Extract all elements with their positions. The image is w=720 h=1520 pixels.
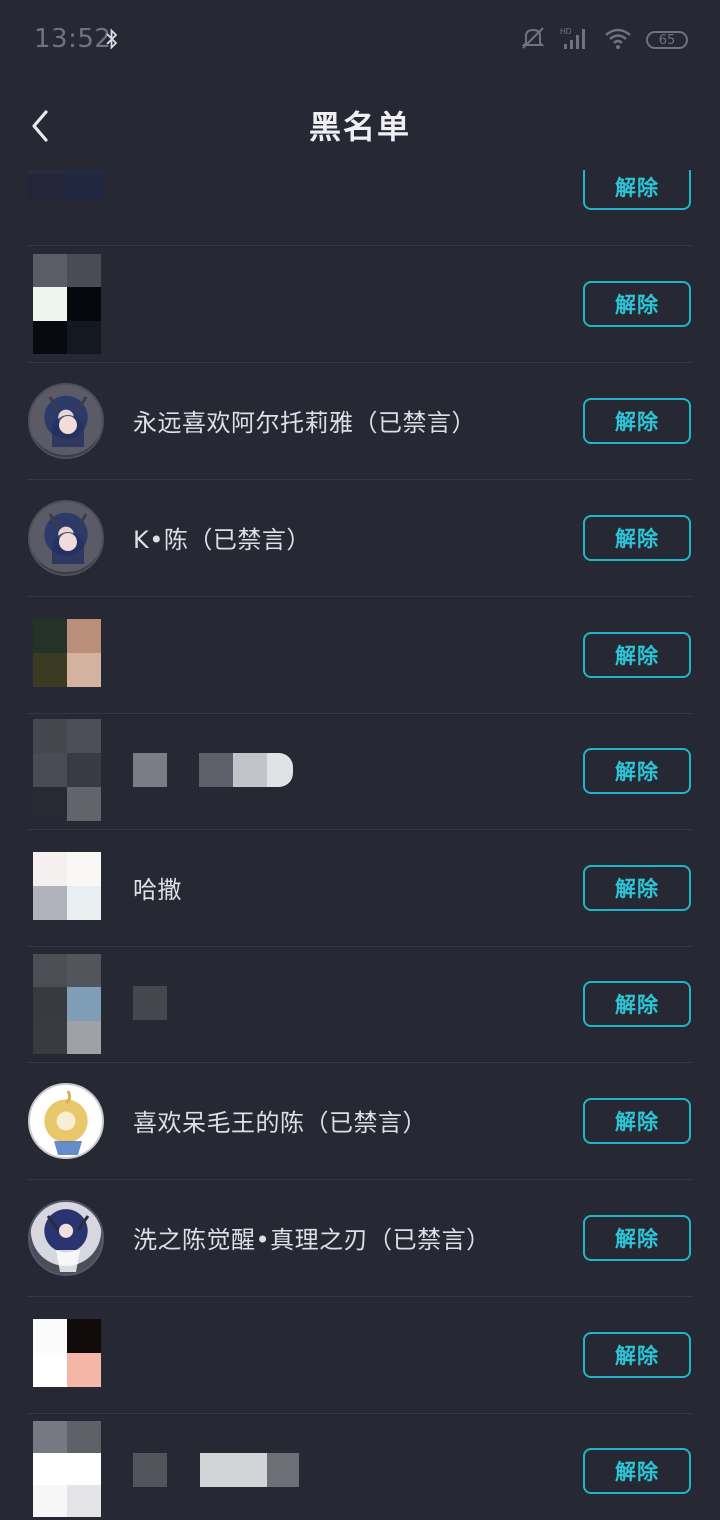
redaction-block	[133, 753, 167, 787]
redaction-block	[133, 1453, 167, 1487]
unblock-button[interactable]: 解除	[583, 1098, 691, 1144]
user-name: 永远喜欢阿尔托莉雅（已禁言）	[133, 409, 476, 437]
list-item: 解除	[0, 946, 720, 1063]
user-name: 喜欢呆毛王的陈（已禁言）	[133, 1109, 427, 1137]
list-item: 解除	[0, 597, 720, 714]
list-item: 解除	[0, 1297, 720, 1414]
redaction-block	[267, 1453, 299, 1487]
obscured-name	[133, 1453, 299, 1487]
list-item: 解除	[0, 246, 720, 363]
avatar	[28, 383, 104, 459]
list-item: 永远喜欢阿尔托莉雅（已禁言） 解除	[0, 363, 720, 480]
unblock-button[interactable]: 解除	[583, 748, 691, 794]
list-item: 洗之陈觉醒•真理之刃（已禁言） 解除	[0, 1180, 720, 1297]
unblock-button[interactable]: 解除	[583, 865, 691, 911]
avatar	[33, 254, 101, 354]
redaction-block	[233, 753, 267, 787]
obscured-name	[133, 986, 167, 1020]
avatar	[33, 1319, 101, 1387]
anime-character-icon	[48, 396, 88, 447]
unblock-button[interactable]: 解除	[583, 1332, 691, 1378]
unblock-button[interactable]: 解除	[583, 981, 691, 1027]
avatar	[28, 1200, 104, 1276]
unblock-button[interactable]: 解除	[583, 281, 691, 327]
unblock-button[interactable]: 解除	[583, 1215, 691, 1261]
unblock-button[interactable]: 解除	[583, 398, 691, 444]
avatar	[33, 852, 101, 920]
redaction-block	[199, 753, 233, 787]
obscured-name	[133, 753, 293, 787]
list-item: 解除	[0, 1413, 720, 1520]
avatar	[33, 619, 101, 687]
avatar	[33, 719, 101, 821]
user-name: 哈撒	[133, 876, 182, 904]
list-item: 解除	[0, 713, 720, 830]
avatar	[33, 954, 101, 1054]
redaction-block	[200, 1453, 267, 1487]
list-item: 哈撒 解除	[0, 830, 720, 947]
list-item: K•陈（已禁言） 解除	[0, 480, 720, 597]
unblock-button[interactable]: 解除	[583, 515, 691, 561]
anime-character-icon	[46, 1215, 90, 1272]
user-name: K•陈（已禁言）	[133, 526, 311, 554]
redaction-block	[167, 753, 199, 787]
unblock-button[interactable]: 解除	[583, 1448, 691, 1494]
anime-character-icon	[48, 513, 88, 564]
avatar	[33, 1421, 101, 1517]
redaction-block	[267, 753, 293, 787]
avatar	[28, 500, 104, 576]
anime-character-icon	[54, 1090, 82, 1155]
list-item: 喜欢呆毛王的陈（已禁言） 解除	[0, 1063, 720, 1180]
redaction-block	[133, 986, 167, 1020]
blocked-user-list: 解除 永远喜欢阿尔托莉雅（已禁言） 解除 K•陈（已禁言） 解除 解除 解除 哈…	[0, 0, 720, 1520]
user-name: 洗之陈觉醒•真理之刃（已禁言）	[133, 1226, 491, 1254]
avatar	[28, 1083, 104, 1159]
redaction-block	[167, 1453, 200, 1487]
unblock-button[interactable]: 解除	[583, 632, 691, 678]
